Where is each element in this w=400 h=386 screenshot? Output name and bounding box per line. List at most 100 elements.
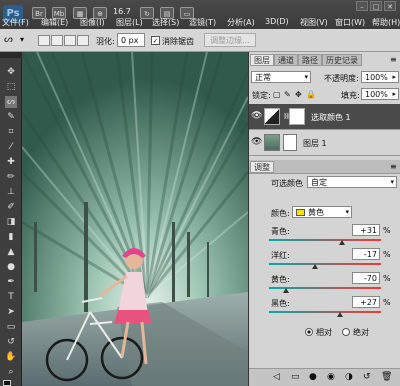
visibility-eye-icon[interactable]: 👁 bbox=[251, 111, 262, 121]
tab-layers[interactable]: 图层 bbox=[250, 54, 274, 66]
eraser-tool-icon[interactable]: ◨ bbox=[5, 216, 17, 228]
marquee-tool-icon[interactable]: ⬚ bbox=[5, 81, 17, 93]
relative-radio[interactable] bbox=[305, 328, 313, 336]
type-tool-icon[interactable]: T bbox=[5, 291, 17, 303]
layer-name[interactable]: 选取颜色 1 bbox=[311, 112, 351, 123]
yellow-unit: % bbox=[383, 274, 391, 283]
document-canvas[interactable] bbox=[22, 52, 248, 386]
menu-layer[interactable]: 图层(L) bbox=[116, 17, 143, 28]
reset-icon[interactable]: ↺ bbox=[363, 372, 371, 382]
clone-stamp-tool-icon[interactable]: ⊥ bbox=[5, 186, 17, 198]
tool-preset-dropdown-icon[interactable]: ▾ bbox=[20, 35, 24, 44]
add-selection-icon[interactable] bbox=[51, 35, 63, 46]
relative-label: 相对 bbox=[316, 328, 332, 337]
black-slider-track[interactable] bbox=[269, 311, 381, 313]
lock-all-icon[interactable]: 🔒 bbox=[306, 90, 316, 99]
foreground-color-swatch[interactable] bbox=[3, 380, 11, 386]
cyan-slider-track[interactable] bbox=[269, 239, 381, 241]
black-value[interactable]: +27 bbox=[352, 296, 380, 308]
magenta-slider-thumb[interactable] bbox=[312, 264, 319, 269]
opacity-input[interactable]: 100% ▸ bbox=[361, 71, 399, 83]
lock-transparency-icon[interactable]: ▢ bbox=[273, 90, 281, 99]
path-select-tool-icon[interactable]: ➤ bbox=[5, 306, 17, 318]
menu-help[interactable]: 帮助(H) bbox=[372, 17, 400, 28]
delete-icon[interactable]: 🗑 bbox=[381, 372, 392, 382]
healing-brush-tool-icon[interactable]: ✚ bbox=[5, 156, 17, 168]
subtract-selection-icon[interactable] bbox=[64, 35, 76, 46]
antialias-label: 消除锯齿 bbox=[162, 37, 194, 46]
colors-select[interactable]: 黄色 ▾ bbox=[292, 206, 352, 218]
dodge-tool-icon[interactable]: ● bbox=[5, 261, 17, 273]
return-to-list-icon[interactable]: ◁ bbox=[273, 372, 280, 382]
toggle-visibility-icon[interactable]: ◉ bbox=[327, 372, 335, 382]
preset-select[interactable]: 自定 ▾ bbox=[307, 176, 397, 188]
history-brush-tool-icon[interactable]: ✐ bbox=[5, 201, 17, 213]
menu-file[interactable]: 文件(F) bbox=[2, 17, 29, 28]
expand-view-icon[interactable]: ▭ bbox=[291, 372, 300, 382]
magenta-slider-track[interactable] bbox=[269, 263, 381, 265]
zoom-level[interactable]: 16.7 bbox=[113, 7, 131, 16]
blend-mode-select[interactable]: 正常 ▾ bbox=[251, 71, 311, 83]
lasso-tool-icon[interactable]: ᔕ bbox=[4, 34, 13, 45]
brush-tool-icon[interactable]: ✏ bbox=[5, 171, 17, 183]
eyedropper-tool-icon[interactable]: ⁄ bbox=[5, 141, 17, 153]
lasso-tool-icon[interactable]: ᔕ bbox=[5, 96, 17, 108]
previous-state-icon[interactable]: ◑ bbox=[345, 372, 353, 382]
new-selection-icon[interactable] bbox=[38, 35, 50, 46]
layer-name[interactable]: 图层 1 bbox=[303, 138, 327, 149]
cyan-label: 青色: bbox=[271, 227, 290, 236]
menu-edit[interactable]: 编辑(E) bbox=[41, 17, 68, 28]
move-tool-icon[interactable]: ✥ bbox=[5, 66, 17, 78]
magenta-value[interactable]: -17 bbox=[352, 248, 380, 260]
opacity-value: 100% bbox=[365, 73, 388, 82]
zoom-tool-icon[interactable]: ⌕ bbox=[5, 366, 17, 378]
cyan-value[interactable]: +31 bbox=[352, 224, 380, 236]
yellow-value[interactable]: -70 bbox=[352, 272, 380, 284]
lock-pixels-icon[interactable]: ✎ bbox=[284, 90, 291, 99]
tools-panel-header[interactable] bbox=[0, 52, 22, 58]
menu-filter[interactable]: 滤镜(T) bbox=[189, 17, 216, 28]
blur-tool-icon[interactable]: ▲ bbox=[5, 246, 17, 258]
antialias-checkbox[interactable]: ✓ bbox=[151, 36, 160, 45]
fill-input[interactable]: 100% ▸ bbox=[361, 88, 399, 100]
menu-bar: Ps Br Mb ▦ ⊕ 16.7 ↻ ▤ ▭ – □ ✕ 文件(F) 编辑(E… bbox=[0, 0, 400, 29]
close-icon[interactable]: ✕ bbox=[384, 1, 396, 11]
menu-analysis[interactable]: 分析(A) bbox=[227, 17, 255, 28]
tab-adjustments[interactable]: 调整 bbox=[250, 161, 274, 173]
black-slider-thumb[interactable] bbox=[337, 312, 344, 317]
shape-tool-icon[interactable]: ▭ bbox=[5, 321, 17, 333]
feather-input[interactable]: 0 px bbox=[117, 33, 145, 47]
yellow-slider-thumb[interactable] bbox=[282, 288, 289, 293]
panel-menu-icon[interactable]: ≡ bbox=[390, 162, 397, 171]
tab-history[interactable]: 历史记录 bbox=[322, 54, 362, 66]
minimize-icon[interactable]: – bbox=[356, 1, 368, 11]
menu-3d[interactable]: 3D(D) bbox=[265, 17, 289, 26]
menu-select[interactable]: 选择(S) bbox=[152, 17, 179, 28]
absolute-radio[interactable] bbox=[342, 328, 350, 336]
pen-tool-icon[interactable]: ✒ bbox=[5, 276, 17, 288]
clip-to-layer-icon[interactable]: ● bbox=[309, 372, 317, 382]
tab-paths[interactable]: 路径 bbox=[298, 54, 322, 66]
gradient-tool-icon[interactable]: ▮ bbox=[5, 231, 17, 243]
yellow-label: 黄色: bbox=[271, 275, 290, 284]
opacity-label: 不透明度: bbox=[324, 74, 359, 83]
layer-row-layer1[interactable]: 👁 图层 1 bbox=[249, 130, 400, 156]
menu-image[interactable]: 图像(I) bbox=[80, 17, 105, 28]
tab-channels[interactable]: 通道 bbox=[274, 54, 298, 66]
layer-row-selective-color[interactable]: 👁 ⛓ 选取颜色 1 bbox=[249, 104, 400, 130]
menu-window[interactable]: 窗口(W) bbox=[335, 17, 365, 28]
menu-view[interactable]: 视图(V) bbox=[300, 17, 328, 28]
layer-mask-thumbnail[interactable] bbox=[283, 134, 297, 151]
lock-position-icon[interactable]: ✥ bbox=[295, 90, 302, 99]
maximize-icon[interactable]: □ bbox=[370, 1, 382, 11]
crop-tool-icon[interactable]: ⌗ bbox=[5, 126, 17, 138]
refine-edge-button[interactable]: 调整边缘... bbox=[204, 33, 256, 47]
visibility-eye-icon[interactable]: 👁 bbox=[251, 137, 262, 147]
intersect-selection-icon[interactable] bbox=[77, 35, 89, 46]
cyan-slider-thumb[interactable] bbox=[339, 240, 346, 245]
panel-menu-icon[interactable]: ≡ bbox=[390, 55, 397, 64]
quick-select-tool-icon[interactable]: ✎ bbox=[5, 111, 17, 123]
3d-rotate-tool-icon[interactable]: ↺ bbox=[5, 336, 17, 348]
layer-mask-thumbnail[interactable] bbox=[289, 108, 305, 125]
hand-tool-icon[interactable]: ✋ bbox=[5, 351, 17, 363]
